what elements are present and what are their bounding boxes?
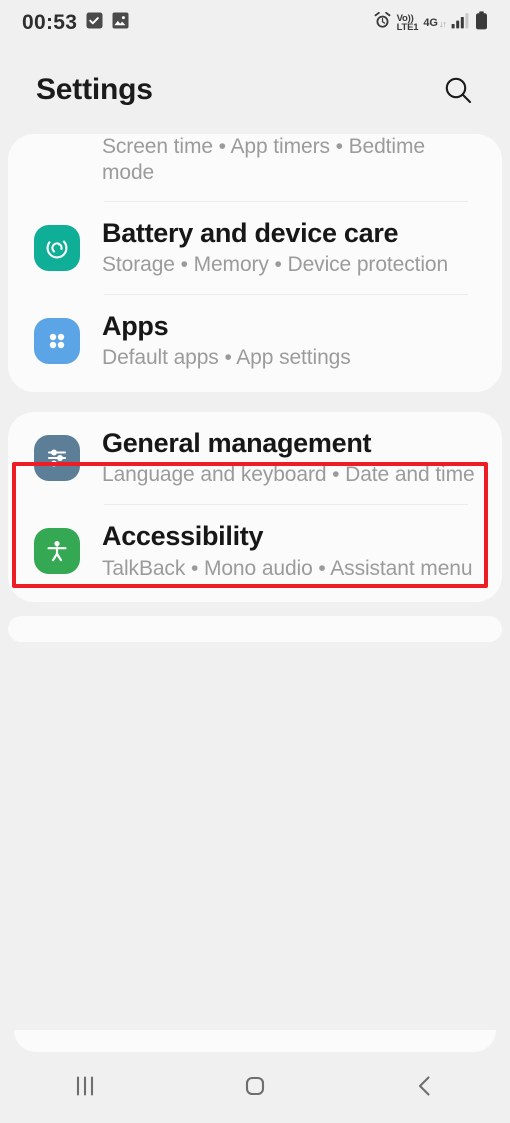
checkmark-badge-icon: [86, 12, 103, 34]
row-battery-and-device-care-subtitle: Storage • Memory • Device protection: [102, 252, 449, 276]
row-digital-wellbeing-subtitle: Screen time • App timers • Bedtime mode: [102, 135, 425, 185]
row-battery-and-device-care[interactable]: Battery and device care Storage • Memory…: [8, 202, 502, 295]
network-type-indicator: 4G ↓↑: [423, 16, 447, 29]
page-title: Settings: [36, 73, 153, 106]
status-bar-left: 00:53: [22, 11, 129, 35]
status-bar: 00:53 Vo)) LTE1 4G ↓↑: [0, 0, 510, 46]
status-bar-right: Vo)) LTE1 4G ↓↑: [373, 11, 488, 35]
data-transfer-arrows: ↓↑: [439, 18, 447, 29]
row-general-management-subtitle: Language and keyboard • Date and time: [102, 462, 475, 486]
row-accessibility-title: Accessibility: [102, 521, 264, 552]
row-battery-and-device-care-text: Battery and device care Storage • Memory…: [102, 218, 478, 279]
battery-full-icon: [475, 11, 488, 35]
row-apps-text: Apps Default apps • App settings: [102, 311, 478, 372]
phone-screen: 00:53 Vo)) LTE1 4G ↓↑ Settings Screen ti…: [0, 0, 510, 1123]
row-battery-and-device-care-title: Battery and device care: [102, 217, 399, 248]
card-digital-wellbeing: Screen time • App timers • Bedtime mode …: [8, 134, 502, 392]
recents-icon[interactable]: [0, 1071, 170, 1101]
network-generation-label: 4G: [423, 16, 438, 29]
alarm-clock-icon: [373, 11, 392, 35]
accessibility-person-icon: [34, 528, 80, 575]
back-icon[interactable]: [340, 1071, 510, 1101]
sliders-icon: [34, 434, 80, 481]
row-accessibility[interactable]: Accessibility TalkBack • Mono audio • As…: [8, 505, 502, 598]
volte-indicator: Vo)) LTE1: [396, 12, 419, 33]
row-apps-title: Apps: [102, 311, 169, 342]
row-apps[interactable]: Apps Default apps • App settings: [8, 295, 502, 388]
row-digital-wellbeing[interactable]: Screen time • App timers • Bedtime mode: [8, 134, 502, 201]
apps-grid-icon: [34, 318, 80, 365]
settings-list[interactable]: Screen time • App timers • Bedtime mode …: [0, 134, 510, 1020]
status-bar-clock: 00:53: [22, 11, 78, 34]
app-header: Settings: [0, 46, 510, 134]
row-accessibility-subtitle: TalkBack • Mono audio • Assistant menu: [102, 556, 473, 580]
row-accessibility-text: Accessibility TalkBack • Mono audio • As…: [102, 521, 478, 582]
signal-bars-icon: [451, 12, 470, 34]
card-general: General management Language and keyboard…: [8, 411, 502, 602]
card-scroll-edge: [14, 1030, 496, 1052]
system-navigation-bar: [0, 1020, 510, 1123]
row-digital-wellbeing-text: Screen time • App timers • Bedtime mode: [34, 134, 478, 187]
row-general-management-title: General management: [102, 427, 372, 458]
device-care-icon: [34, 224, 80, 271]
row-general-management-text: General management Language and keyboard…: [102, 428, 478, 489]
row-apps-subtitle: Default apps • App settings: [102, 346, 351, 370]
search-icon[interactable]: [436, 68, 480, 112]
home-icon[interactable]: [170, 1070, 340, 1102]
nav-buttons: [0, 1058, 510, 1114]
card-next-partial[interactable]: [8, 615, 502, 642]
row-general-management[interactable]: General management Language and keyboard…: [8, 412, 502, 505]
image-icon: [112, 12, 129, 34]
